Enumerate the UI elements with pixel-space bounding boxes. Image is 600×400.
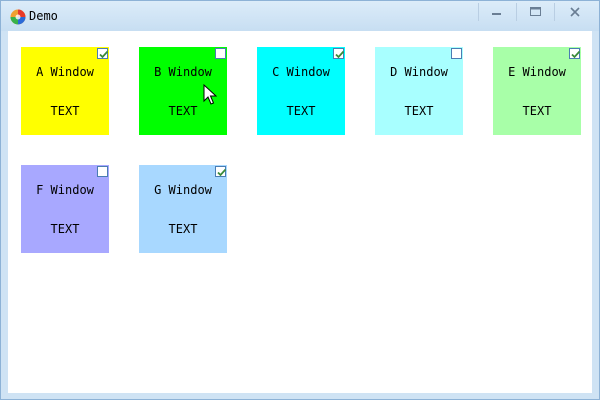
window-tile[interactable]: A Window TEXT — [21, 47, 109, 135]
window-tile[interactable]: C Window TEXT — [257, 47, 345, 135]
control-separator — [478, 3, 479, 21]
tile-checkbox[interactable] — [569, 48, 581, 59]
tile-checkbox[interactable] — [97, 166, 108, 177]
tile-text: TEXT — [50, 104, 80, 118]
tile-checkbox[interactable] — [451, 48, 462, 59]
maximize-button[interactable] — [518, 1, 552, 23]
window-tile[interactable]: F Window TEXT — [21, 165, 109, 253]
tile-checkbox[interactable] — [97, 48, 109, 59]
tile-text: TEXT — [50, 222, 80, 236]
title-bar[interactable]: Demo — [1, 1, 599, 31]
tile-title: C Window — [272, 65, 330, 79]
window-tile[interactable]: D Window TEXT — [375, 47, 463, 135]
maximize-icon — [529, 7, 541, 16]
minimize-icon — [492, 13, 501, 15]
window-tile[interactable]: E Window TEXT — [493, 47, 581, 135]
tile-title: D Window — [390, 65, 448, 79]
tile-title: F Window — [36, 183, 94, 197]
window-title: Demo — [29, 9, 58, 23]
client-area: A Window TEXT B Window TEXT C Window TEXT D Wi… — [8, 31, 592, 393]
checkmark-icon — [99, 50, 109, 59]
tile-checkbox[interactable] — [333, 48, 345, 59]
close-button[interactable] — [556, 1, 594, 23]
checkmark-icon — [217, 168, 227, 177]
tile-text: TEXT — [286, 104, 316, 118]
tile-text: TEXT — [404, 104, 434, 118]
tile-text: TEXT — [168, 222, 198, 236]
tile-title: G Window — [154, 183, 212, 197]
tile-title: B Window — [154, 65, 212, 79]
demo-window: Demo A Window TEXT B Window TEXT C Window TEX… — [0, 0, 600, 400]
tile-checkbox[interactable] — [215, 166, 227, 177]
mouse-cursor-icon — [203, 84, 217, 105]
close-icon — [570, 7, 580, 17]
tile-title: E Window — [508, 65, 566, 79]
app-icon — [10, 9, 26, 25]
control-separator — [554, 3, 555, 21]
checkmark-icon — [571, 50, 581, 59]
tile-checkbox[interactable] — [215, 48, 226, 59]
checkmark-icon — [335, 50, 345, 59]
tile-text: TEXT — [168, 104, 198, 118]
tile-title: A Window — [36, 65, 94, 79]
control-separator — [516, 3, 517, 21]
minimize-button[interactable] — [480, 1, 514, 23]
window-tile[interactable]: G Window TEXT — [139, 165, 227, 253]
tile-text: TEXT — [522, 104, 552, 118]
